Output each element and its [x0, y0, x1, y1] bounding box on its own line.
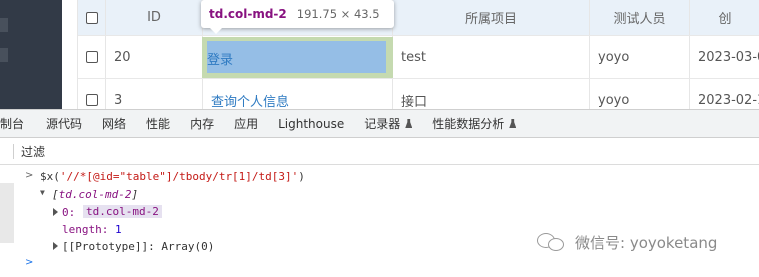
- tooltip-tag: td.col-md-2: [209, 7, 287, 21]
- wechat-watermark: 微信号: yoyoketang: [537, 231, 717, 253]
- prototype-property: [[Prototype]]: Array(0): [62, 240, 215, 253]
- cell-tester: yoyo: [590, 36, 690, 78]
- console-output-line: ▼ [td.col-md-2] i: [0, 185, 759, 218]
- row-checkbox[interactable]: [85, 51, 98, 63]
- header-tester[interactable]: 测试人员: [590, 0, 690, 35]
- page-gap: [62, 0, 77, 109]
- header-date[interactable]: 创: [690, 0, 759, 35]
- inspect-tooltip: td.col-md-2 191.75 × 43.5: [201, 0, 394, 28]
- expand-triangle-icon[interactable]: [53, 208, 58, 216]
- console-result[interactable]: [td.col-md-2]: [52, 188, 138, 201]
- filter-divider: [13, 143, 14, 159]
- tab-performance-insights[interactable]: 性能数据分析: [422, 110, 526, 137]
- select-all-checkbox[interactable]: [85, 11, 98, 24]
- console-prompt-icon[interactable]: >: [25, 257, 33, 268]
- tab-network[interactable]: 网络: [92, 110, 136, 137]
- tab-performance-insights-label: 性能数据分析: [432, 117, 505, 131]
- tab-performance[interactable]: 性能: [136, 110, 180, 137]
- experiment-flask-icon: [509, 119, 517, 128]
- sidebar-item[interactable]: [0, 48, 8, 62]
- screenshot-root: ID 所属项目 测试人员 创 20 test yoyo 2023-03-01 3…: [0, 0, 759, 277]
- cell-date: 2023-03-01: [698, 49, 759, 65]
- input-chevron-icon: >: [25, 170, 34, 181]
- expand-triangle-icon[interactable]: [53, 242, 58, 250]
- filter-input[interactable]: 过滤: [21, 143, 45, 160]
- array-index: 0:: [62, 206, 76, 219]
- console-input-code: $x('//*[@id="table"]/tbody/tr[1]/td[3]'): [40, 170, 305, 183]
- tab-memory[interactable]: 内存: [180, 110, 224, 137]
- cell-id: 20: [106, 36, 203, 78]
- cell-project: test: [393, 36, 590, 78]
- app-sidebar: [0, 0, 62, 109]
- watermark-text: 微信号: yoyoketang: [575, 233, 718, 252]
- table-header-row: ID 所属项目 测试人员 创: [78, 0, 759, 36]
- row-checkbox[interactable]: [85, 94, 98, 106]
- header-id[interactable]: ID: [106, 0, 203, 35]
- expand-arrow-icon[interactable]: ▼: [40, 188, 45, 197]
- tab-application[interactable]: 应用: [224, 110, 268, 137]
- array-item-value[interactable]: td.col-md-2: [83, 205, 162, 218]
- tab-recorder[interactable]: 记录器: [354, 110, 422, 137]
- sidebar-item[interactable]: [0, 18, 8, 32]
- inspect-highlight-content: [207, 41, 386, 73]
- tab-lighthouse[interactable]: Lighthouse: [268, 110, 354, 137]
- data-table: ID 所属项目 测试人员 创 20 test yoyo 2023-03-01 3…: [77, 0, 759, 122]
- cell-name-link[interactable]: 登录: [207, 49, 233, 68]
- tab-console[interactable]: 制台: [0, 110, 36, 137]
- length-property: length: 1: [62, 223, 122, 236]
- row-select-cell: [78, 36, 106, 78]
- wechat-icon: [537, 231, 569, 253]
- console-input-line: > $x('//*[@id="table"]/tbody/tr[1]/td[3]…: [0, 167, 759, 185]
- console-filter-bar: 过滤: [0, 138, 759, 165]
- tab-sources[interactable]: 源代码: [36, 110, 92, 137]
- table-row: 20 test yoyo 2023-03-01: [78, 36, 759, 79]
- experiment-flask-icon: [405, 119, 413, 128]
- devtools-tabbar: 制台 源代码 网络 性能 内存 应用 Lighthouse 记录器 性能数据分析: [0, 109, 759, 138]
- console-array-item: 0: td.col-md-2: [0, 203, 759, 221]
- tooltip-dimensions: 191.75 × 43.5: [296, 7, 380, 21]
- select-all-cell: [78, 0, 106, 35]
- tooltip-arrow: [210, 28, 222, 34]
- header-project[interactable]: 所属项目: [393, 0, 590, 35]
- tab-recorder-label: 记录器: [364, 117, 401, 131]
- console-panel: > $x('//*[@id="table"]/tbody/tr[1]/td[3]…: [0, 165, 759, 277]
